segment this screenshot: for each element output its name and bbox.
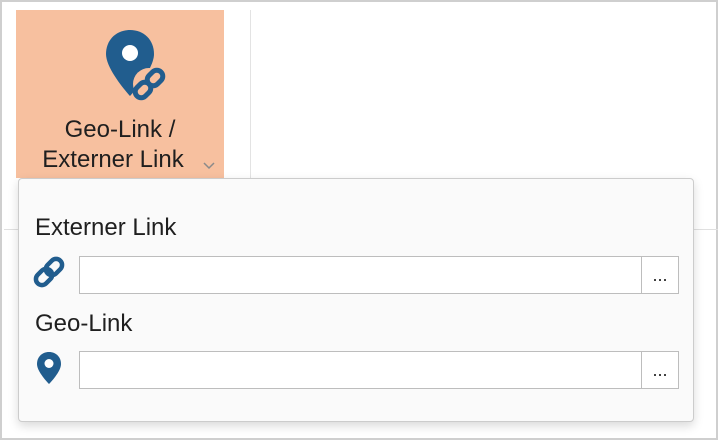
link-icon [33,256,65,288]
ribbon-button-label-line1: Geo-Link / [64,116,176,143]
geo-link-browse-button[interactable]: ... [641,351,679,389]
ribbon-group-divider [250,10,251,178]
external-link-input[interactable] [79,256,641,294]
link-dropdown-panel: Externer Link ... Geo-Link ... [18,178,694,422]
external-link-label: Externer Link [35,214,177,241]
map-pin-icon [37,352,61,384]
map-pin-link-icon [106,30,166,101]
geo-link-label: Geo-Link [35,310,133,337]
ribbon-button-label-line2: Externer Link [42,146,184,173]
chevron-down-icon [203,162,215,170]
geo-link-external-link-button[interactable]: Geo-Link / Externer Link [16,10,224,178]
app-window: Geo-Link / Externer Link Externer Link .… [0,0,718,440]
external-link-browse-button[interactable]: ... [641,256,679,294]
geo-link-input[interactable] [79,351,641,389]
